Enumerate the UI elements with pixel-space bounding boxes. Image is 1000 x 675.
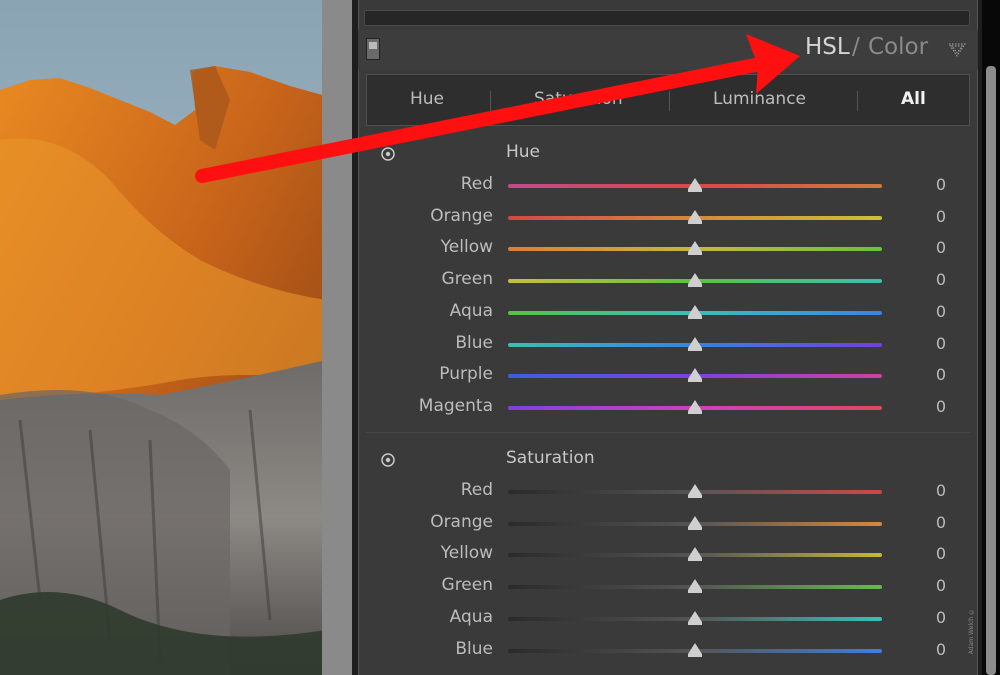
slider-label: Red xyxy=(460,480,493,500)
panel-gutter xyxy=(322,0,356,675)
slider-label: Green xyxy=(441,575,493,596)
slider-label: Orange xyxy=(430,511,493,532)
slider-label: Blue xyxy=(455,332,493,353)
slider-value[interactable]: 0 xyxy=(924,481,946,500)
watermark-text: Adam Welch © xyxy=(968,608,975,655)
slider-label: Red xyxy=(460,174,493,194)
slider-thumb[interactable] xyxy=(688,515,702,530)
tab-divider xyxy=(490,91,491,111)
slider-value[interactable]: 0 xyxy=(924,513,946,532)
photo-preview xyxy=(0,0,326,675)
slider-thumb[interactable] xyxy=(688,178,702,192)
slider-thumb[interactable] xyxy=(688,304,702,319)
slider-value[interactable]: 0 xyxy=(924,207,946,226)
slider-label: Yellow xyxy=(440,543,493,564)
previous-panel-edge xyxy=(364,10,970,26)
slider-thumb[interactable] xyxy=(688,368,702,383)
slider-label: Green xyxy=(441,269,493,290)
slider-thumb[interactable] xyxy=(688,484,702,498)
slider-label: Aqua xyxy=(449,300,493,321)
tab-hue[interactable]: Hue xyxy=(410,89,444,109)
slider-value[interactable]: 0 xyxy=(924,576,946,595)
slider-thumb[interactable] xyxy=(688,579,702,594)
section-title-saturation: Saturation xyxy=(506,448,595,468)
tab-all[interactable]: All xyxy=(901,89,926,109)
slider-label: Orange xyxy=(430,205,493,226)
slider-thumb[interactable] xyxy=(688,547,702,562)
slider-value[interactable]: 0 xyxy=(924,397,946,416)
panel-title-hsl[interactable]: HSL xyxy=(805,34,850,60)
tab-bar: Hue Saturation Luminance All xyxy=(366,74,970,126)
slider-thumb[interactable] xyxy=(688,642,702,657)
collapse-triangle-icon[interactable] xyxy=(948,43,966,57)
panel-scrollbar[interactable] xyxy=(986,66,996,675)
slider-value[interactable]: 0 xyxy=(924,238,946,257)
panel-title-color[interactable]: Color xyxy=(868,34,928,60)
panel-switch-toggle[interactable] xyxy=(366,38,380,60)
slider-thumb[interactable] xyxy=(688,399,702,414)
slider-value[interactable]: 0 xyxy=(924,175,946,194)
slider-label: Magenta xyxy=(418,395,493,416)
slider-value[interactable]: 0 xyxy=(924,334,946,353)
slider-label: Blue xyxy=(455,638,493,659)
tab-divider xyxy=(669,91,670,111)
section-divider xyxy=(366,432,970,433)
slider-value[interactable]: 0 xyxy=(924,270,946,289)
slider-label: Purple xyxy=(439,364,493,385)
slider-value[interactable]: 0 xyxy=(924,544,946,563)
slider-value[interactable]: 0 xyxy=(924,608,946,627)
slider-value[interactable]: 0 xyxy=(924,640,946,659)
tab-luminance[interactable]: Luminance xyxy=(713,89,806,109)
slider-thumb[interactable] xyxy=(688,209,702,224)
slider-label: Yellow xyxy=(440,237,493,258)
slider-thumb[interactable] xyxy=(688,336,702,351)
section-title-hue: Hue xyxy=(506,142,541,162)
slider-thumb[interactable] xyxy=(688,610,702,625)
slider-thumb[interactable] xyxy=(688,273,702,288)
slider-value[interactable]: 0 xyxy=(924,302,946,321)
panel-title-separator: / xyxy=(852,34,860,60)
slider-value[interactable]: 0 xyxy=(924,365,946,384)
tab-divider xyxy=(857,91,858,111)
slider-thumb[interactable] xyxy=(688,241,702,256)
tab-saturation[interactable]: Saturation xyxy=(534,89,623,109)
target-adjustment-icon[interactable] xyxy=(380,452,396,468)
target-adjustment-icon[interactable] xyxy=(380,146,396,162)
slider-label: Aqua xyxy=(449,606,493,627)
